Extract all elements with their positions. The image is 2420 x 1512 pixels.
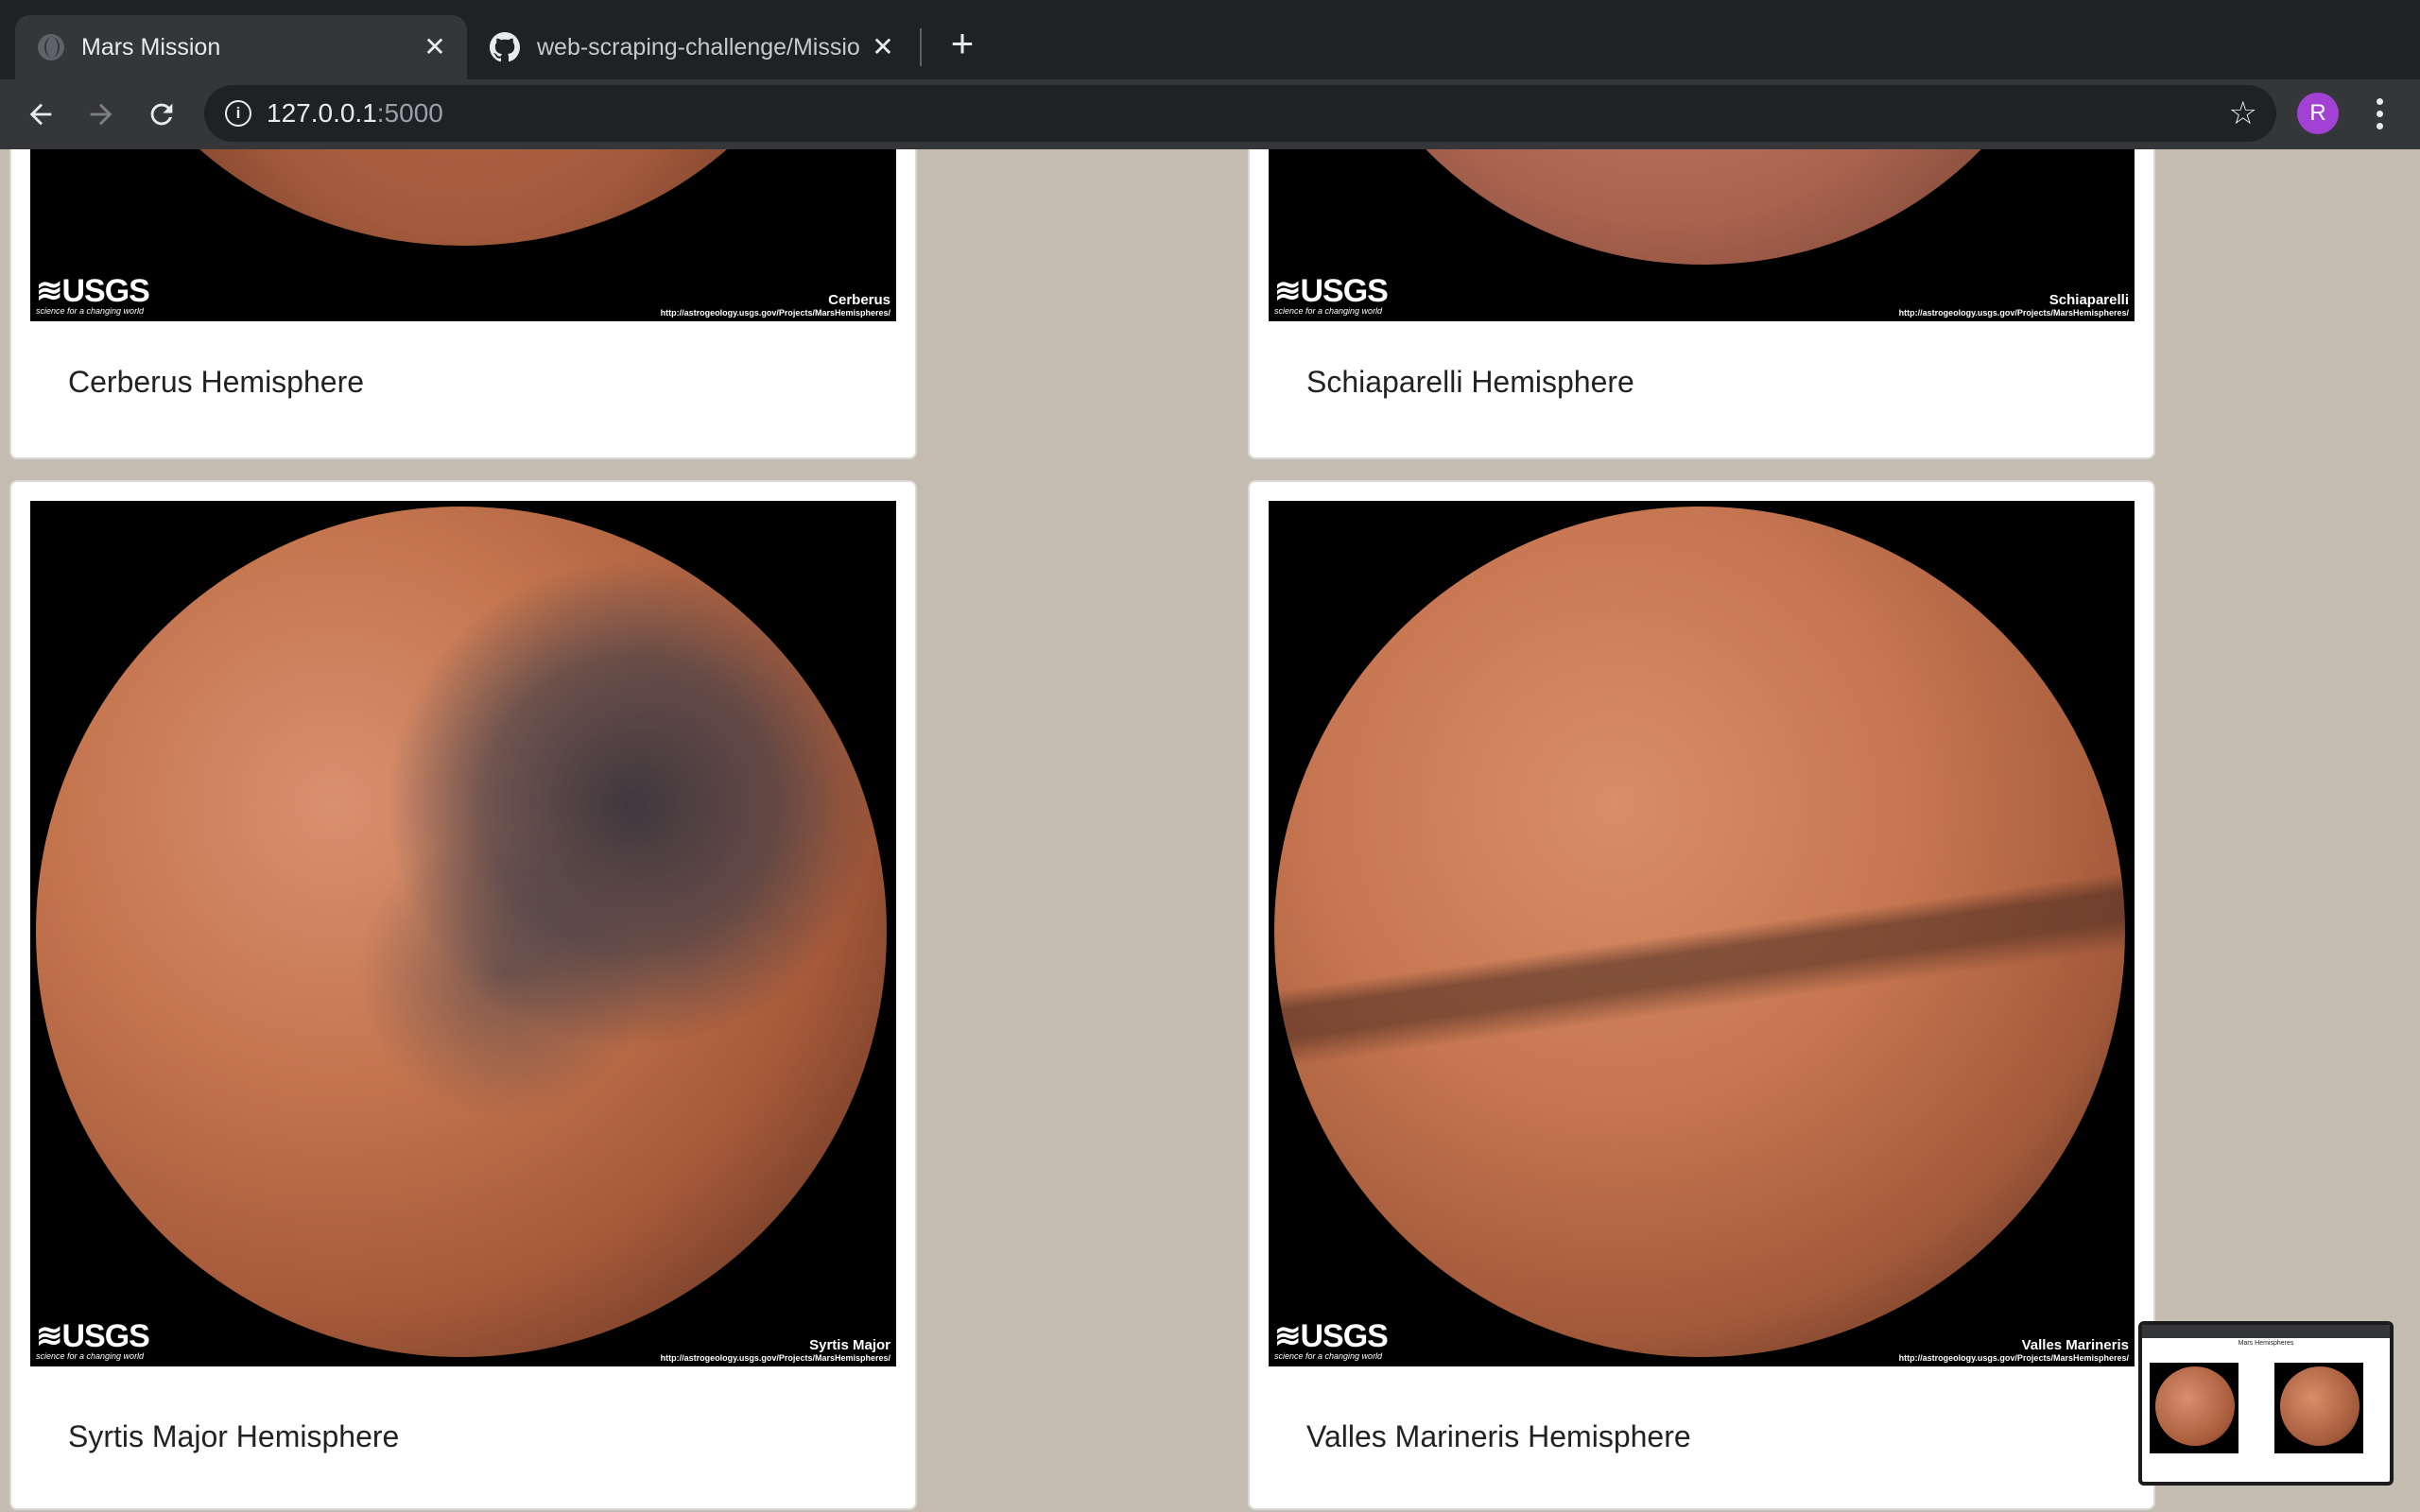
forward-button[interactable] bbox=[79, 93, 123, 136]
hemisphere-card: ≋USGS science for a changing world Syrtis… bbox=[9, 480, 917, 1510]
tab-strip: Mars Mission ✕ web-scraping-challenge/Mi… bbox=[0, 0, 2420, 79]
usgs-logo: ≋USGS science for a changing world bbox=[36, 273, 150, 316]
reload-icon bbox=[150, 103, 173, 126]
usgs-logo: ≋USGS science for a changing world bbox=[36, 1318, 150, 1361]
hemisphere-image[interactable]: ≋USGS science for a changing world Valles… bbox=[1269, 501, 2135, 1366]
page-viewport: ≋USGS science for a changing world Cerber… bbox=[0, 149, 2420, 1512]
globe-icon bbox=[38, 34, 64, 60]
tab-github[interactable]: web-scraping-challenge/Missio ✕ bbox=[476, 15, 917, 79]
hemisphere-title: Syrtis Major Hemisphere bbox=[68, 1419, 400, 1453]
hemisphere-title: Schiaparelli Hemisphere bbox=[1306, 365, 1634, 399]
close-icon[interactable]: ✕ bbox=[420, 32, 450, 62]
screenshot-preview-thumbnail[interactable]: Mars Hemispheres bbox=[2138, 1321, 2394, 1486]
new-tab-button[interactable]: + bbox=[942, 24, 983, 66]
bookmark-star-icon[interactable]: ☆ bbox=[2229, 96, 2257, 130]
forward-arrow-icon bbox=[90, 103, 112, 126]
hemisphere-image[interactable]: ≋USGS science for a changing world Syrtis… bbox=[30, 501, 896, 1366]
hemisphere-card: ≋USGS science for a changing world Cerber… bbox=[9, 149, 917, 459]
url-text[interactable]: 127.0.0.1:5000 bbox=[267, 98, 443, 129]
hemisphere-card: ≋USGS science for a changing world Schiap… bbox=[1248, 149, 2155, 459]
hemisphere-title: Cerberus Hemisphere bbox=[68, 365, 365, 399]
address-bar[interactable]: i 127.0.0.1:5000 ☆ bbox=[204, 85, 2276, 142]
kebab-menu-icon[interactable] bbox=[2367, 93, 2392, 136]
hemisphere-title: Valles Marineris Hemisphere bbox=[1306, 1419, 1691, 1453]
tab-title: Mars Mission bbox=[81, 33, 221, 60]
tab-mars-mission[interactable]: Mars Mission ✕ bbox=[15, 15, 467, 79]
github-icon bbox=[490, 32, 520, 62]
close-icon[interactable]: ✕ bbox=[868, 32, 898, 62]
usgs-logo: ≋USGS science for a changing world bbox=[1274, 1318, 1389, 1361]
hemisphere-card: ≋USGS science for a changing world Valles… bbox=[1248, 480, 2155, 1510]
reload-button[interactable] bbox=[140, 93, 183, 136]
hemisphere-image[interactable]: ≋USGS science for a changing world Cerber… bbox=[30, 149, 896, 321]
hemisphere-image[interactable]: ≋USGS science for a changing world Schiap… bbox=[1269, 149, 2135, 321]
back-arrow-icon bbox=[29, 103, 52, 126]
profile-avatar[interactable]: R bbox=[2297, 93, 2339, 134]
tab-divider bbox=[920, 28, 922, 66]
back-button[interactable] bbox=[19, 93, 62, 136]
info-icon[interactable]: i bbox=[225, 100, 251, 127]
browser-toolbar: i 127.0.0.1:5000 ☆ R bbox=[0, 79, 2420, 149]
tab-title: web-scraping-challenge/Missio bbox=[537, 33, 860, 60]
usgs-logo: ≋USGS science for a changing world bbox=[1274, 273, 1389, 316]
